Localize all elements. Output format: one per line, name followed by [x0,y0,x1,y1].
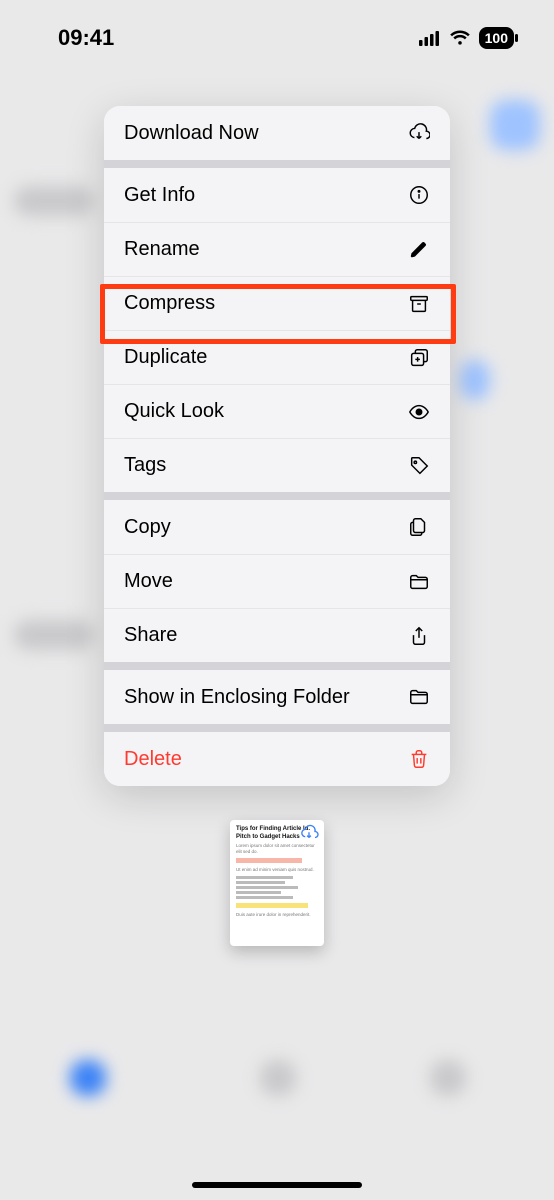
cellular-icon [419,30,441,46]
menu-item-download[interactable]: Download Now [104,106,450,160]
menu-item-get-info[interactable]: Get Info [104,168,450,222]
tag-icon [408,455,430,477]
pencil-icon [408,239,430,261]
plus-on-square-icon [408,347,430,369]
status-bar: 09:41 100 [0,20,554,56]
context-menu: Download Now Get Info Rename C [104,106,450,786]
menu-item-tags[interactable]: Tags [104,438,450,492]
menu-item-label: Get Info [124,184,195,207]
screen: 09:41 100 Download Now Get Info [0,0,554,1200]
menu-item-copy[interactable]: Copy [104,500,450,554]
status-time: 09:41 [58,25,114,51]
menu-item-label: Share [124,624,177,647]
menu-item-label: Compress [124,292,215,315]
menu-item-rename[interactable]: Rename [104,222,450,276]
menu-item-label: Download Now [124,122,259,145]
menu-item-share[interactable]: Share [104,608,450,662]
menu-item-label: Rename [124,238,200,261]
menu-item-move[interactable]: Move [104,554,450,608]
menu-item-label: Delete [124,748,182,771]
menu-item-duplicate[interactable]: Duplicate [104,330,450,384]
archivebox-icon [408,293,430,315]
menu-item-label: Move [124,570,173,593]
folder-icon [408,686,430,708]
status-right: 100 [419,27,514,49]
trash-icon [408,748,430,770]
menu-item-label: Duplicate [124,346,207,369]
file-preview-thumbnail[interactable]: Tips for Finding Article Id. Pitch to Ga… [230,820,324,946]
wifi-icon [449,30,471,46]
cloud-download-icon [408,122,430,144]
menu-item-label: Quick Look [124,400,224,423]
folder-icon [408,571,430,593]
battery-indicator: 100 [479,27,514,49]
menu-item-delete[interactable]: Delete [104,732,450,786]
doc-on-doc-icon [408,516,430,538]
menu-item-label: Copy [124,516,171,539]
cloud-download-icon [298,824,320,842]
share-icon [408,625,430,647]
menu-item-label: Tags [124,454,166,477]
info-icon [408,184,430,206]
menu-item-quicklook[interactable]: Quick Look [104,384,450,438]
eye-icon [408,401,430,423]
menu-item-compress[interactable]: Compress [104,276,450,330]
home-indicator[interactable] [192,1182,362,1188]
menu-item-enclosing-folder[interactable]: Show in Enclosing Folder [104,670,450,724]
menu-item-label: Show in Enclosing Folder [124,686,350,709]
